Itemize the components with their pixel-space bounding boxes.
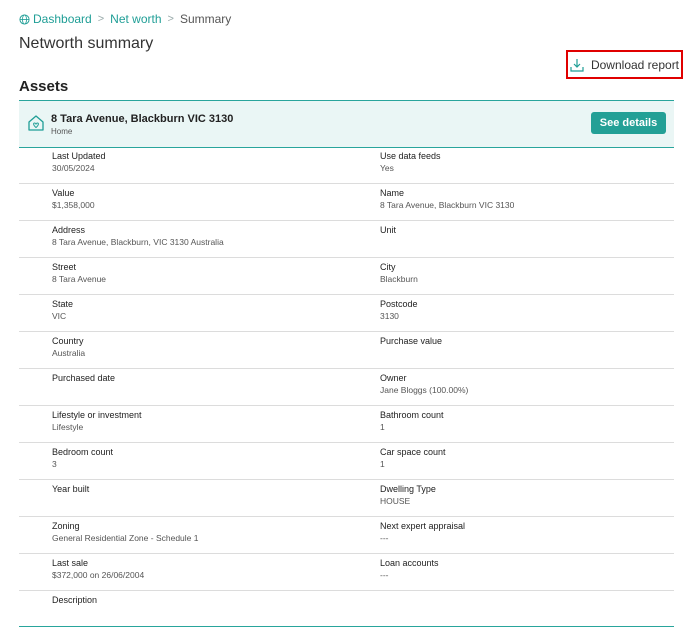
see-details-button[interactable]: See details: [591, 112, 666, 134]
detail-value: Lifestyle: [52, 422, 84, 432]
detail-row: Address 8 Tara Avenue, Blackburn, VIC 313…: [19, 221, 674, 258]
detail-label: Address: [52, 225, 86, 235]
detail-row: Year built Dwelling Type HOUSE: [19, 480, 674, 517]
detail-value: VIC: [52, 311, 67, 321]
detail-label: State: [52, 299, 74, 309]
download-icon: [570, 58, 584, 72]
section-divider: [19, 626, 674, 627]
breadcrumb-networth-link[interactable]: Net worth: [110, 12, 161, 26]
download-report-button[interactable]: Download report: [566, 50, 683, 79]
detail-value: 8 Tara Avenue, Blackburn, VIC 3130 Austr…: [52, 237, 224, 247]
detail-value: 1: [380, 459, 385, 469]
asset-card: 8 Tara Avenue, Blackburn VIC 3130 Home S…: [19, 100, 674, 148]
detail-value: HOUSE: [380, 496, 411, 506]
breadcrumb-current: Summary: [179, 12, 232, 26]
detail-value: 3: [52, 459, 57, 469]
detail-value: 8 Tara Avenue: [52, 274, 107, 284]
house-icon: [28, 115, 44, 131]
assets-heading: Assets: [19, 78, 69, 95]
detail-value: General Residential Zone - Schedule 1: [52, 533, 199, 543]
detail-value: Jane Bloggs (100.00%): [380, 385, 469, 395]
detail-label: Name: [380, 188, 405, 198]
detail-label: Purchase value: [380, 336, 443, 346]
detail-value: Blackburn: [380, 274, 418, 284]
detail-label: Country: [52, 336, 84, 346]
detail-row: Value $1,358,000 Name 8 Tara Avenue, Black…: [19, 184, 674, 221]
detail-row: State VIC Postcode 3130: [19, 295, 674, 332]
breadcrumb-separator: >: [167, 13, 174, 25]
detail-value: 1: [380, 422, 385, 432]
download-report-label: Download report: [590, 57, 680, 72]
detail-label: Year built: [52, 484, 90, 494]
detail-label: Next expert appraisal: [380, 521, 466, 531]
detail-row: Street 8 Tara Avenue City Blackburn: [19, 258, 674, 295]
breadcrumb-dashboard-link[interactable]: Dashboard: [33, 12, 92, 26]
globe-icon: [19, 13, 30, 25]
asset-name: 8 Tara Avenue, Blackburn VIC 3130: [51, 113, 234, 125]
detail-label: Street: [52, 262, 77, 272]
detail-label: Last sale: [52, 558, 89, 568]
detail-value: Australia: [52, 348, 86, 358]
breadcrumb: Dashboard > Net worth > Summary: [19, 12, 231, 26]
detail-value: ---: [380, 533, 389, 543]
detail-row: Last sale $372,000 on 26/06/2004 Loan acc…: [19, 554, 674, 591]
asset-type: Home: [51, 127, 73, 136]
detail-label: Value: [52, 188, 75, 198]
detail-label: Bedroom count: [52, 447, 114, 457]
detail-label: Zoning: [52, 521, 80, 531]
detail-label: Use data feeds: [380, 151, 441, 161]
detail-label: Postcode: [380, 299, 418, 309]
page-title: Networth summary: [19, 35, 154, 52]
detail-row: Last Updated 30/05/2024 Use data feeds Yes: [19, 147, 674, 184]
detail-label: Description: [52, 595, 98, 605]
detail-value: 8 Tara Avenue, Blackburn VIC 3130: [380, 200, 515, 210]
detail-row: Lifestyle or investment Lifestyle Bathroo…: [19, 406, 674, 443]
detail-value: $372,000 on 26/06/2004: [52, 570, 145, 580]
detail-label: Lifestyle or investment: [52, 410, 142, 420]
detail-label: Last Updated: [52, 151, 106, 161]
breadcrumb-separator: >: [97, 13, 105, 25]
detail-label: City: [380, 262, 396, 272]
detail-value: 3130: [380, 311, 399, 321]
detail-label: Loan accounts: [380, 558, 439, 568]
detail-value: 30/05/2024: [52, 163, 95, 173]
detail-value: Yes: [380, 163, 394, 173]
detail-value: ---: [380, 570, 389, 580]
detail-label: Purchased date: [52, 373, 116, 383]
detail-label: Dwelling Type: [380, 484, 436, 494]
asset-details-list: Last Updated 30/05/2024 Use data feeds Yes…: [19, 147, 674, 627]
detail-label: Bathroom count: [380, 410, 444, 420]
detail-label: Owner: [380, 373, 407, 383]
detail-row: Country Australia Purchase value: [19, 332, 674, 369]
detail-label: Unit: [380, 225, 397, 235]
detail-row: Zoning General Residential Zone - Schedul…: [19, 517, 674, 554]
detail-row: Bedroom count 3 Car space count 1: [19, 443, 674, 480]
detail-label: Car space count: [380, 447, 446, 457]
detail-row: Description: [19, 591, 674, 627]
detail-value: $1,358,000: [52, 200, 95, 210]
detail-row: Purchased date Owner Jane Bloggs (100.00%…: [19, 369, 674, 406]
